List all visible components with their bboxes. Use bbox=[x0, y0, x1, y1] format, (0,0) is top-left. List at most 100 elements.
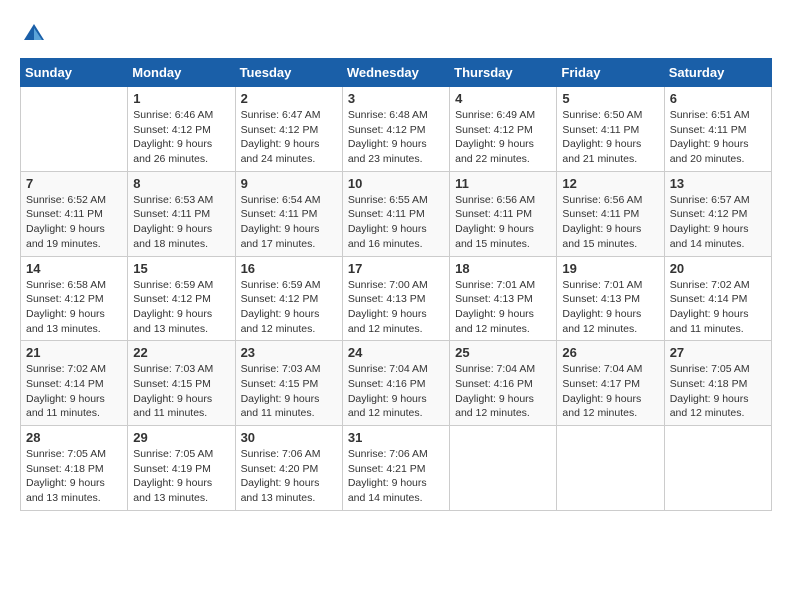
calendar-cell: 22 Sunrise: 7:03 AMSunset: 4:15 PMDayligh… bbox=[128, 341, 235, 426]
day-info: Sunrise: 6:46 AMSunset: 4:12 PMDaylight:… bbox=[133, 108, 229, 167]
calendar-cell bbox=[664, 426, 771, 511]
header-tuesday: Tuesday bbox=[235, 59, 342, 87]
calendar-cell: 3 Sunrise: 6:48 AMSunset: 4:12 PMDaylight… bbox=[342, 87, 449, 172]
day-number: 16 bbox=[241, 261, 337, 276]
day-number: 1 bbox=[133, 91, 229, 106]
header-saturday: Saturday bbox=[664, 59, 771, 87]
calendar-cell: 18 Sunrise: 7:01 AMSunset: 4:13 PMDayligh… bbox=[450, 256, 557, 341]
calendar-cell: 17 Sunrise: 7:00 AMSunset: 4:13 PMDayligh… bbox=[342, 256, 449, 341]
day-info: Sunrise: 6:53 AMSunset: 4:11 PMDaylight:… bbox=[133, 193, 229, 252]
day-number: 22 bbox=[133, 345, 229, 360]
day-info: Sunrise: 7:01 AMSunset: 4:13 PMDaylight:… bbox=[455, 278, 551, 337]
header-thursday: Thursday bbox=[450, 59, 557, 87]
calendar-week-3: 14 Sunrise: 6:58 AMSunset: 4:12 PMDayligh… bbox=[21, 256, 772, 341]
calendar-cell: 31 Sunrise: 7:06 AMSunset: 4:21 PMDayligh… bbox=[342, 426, 449, 511]
calendar-cell: 8Sunrise: 6:53 AMSunset: 4:11 PMDaylight… bbox=[128, 171, 235, 256]
day-number: 25 bbox=[455, 345, 551, 360]
day-number: 20 bbox=[670, 261, 766, 276]
day-number: 11 bbox=[455, 176, 551, 191]
calendar-cell: 5 Sunrise: 6:50 AMSunset: 4:11 PMDaylight… bbox=[557, 87, 664, 172]
page-header bbox=[20, 20, 772, 48]
logo bbox=[20, 20, 52, 48]
day-info: Sunrise: 7:00 AMSunset: 4:13 PMDaylight:… bbox=[348, 278, 444, 337]
day-number: 3 bbox=[348, 91, 444, 106]
day-number: 15 bbox=[133, 261, 229, 276]
calendar-cell: 23Sunrise: 7:03 AMSunset: 4:15 PMDayligh… bbox=[235, 341, 342, 426]
day-number: 30 bbox=[241, 430, 337, 445]
day-info: Sunrise: 7:05 AMSunset: 4:18 PMDaylight:… bbox=[670, 362, 766, 421]
day-info: Sunrise: 6:49 AMSunset: 4:12 PMDaylight:… bbox=[455, 108, 551, 167]
calendar-cell: 15 Sunrise: 6:59 AMSunset: 4:12 PMDayligh… bbox=[128, 256, 235, 341]
calendar-cell: 10 Sunrise: 6:55 AMSunset: 4:11 PMDayligh… bbox=[342, 171, 449, 256]
day-number: 13 bbox=[670, 176, 766, 191]
day-info: Sunrise: 6:54 AMSunset: 4:11 PMDaylight:… bbox=[241, 193, 337, 252]
calendar-cell: 29Sunrise: 7:05 AMSunset: 4:19 PMDayligh… bbox=[128, 426, 235, 511]
calendar-cell: 11Sunrise: 6:56 AMSunset: 4:11 PMDayligh… bbox=[450, 171, 557, 256]
calendar-cell: 30 Sunrise: 7:06 AMSunset: 4:20 PMDayligh… bbox=[235, 426, 342, 511]
calendar-week-2: 7 Sunrise: 6:52 AMSunset: 4:11 PMDaylight… bbox=[21, 171, 772, 256]
day-number: 6 bbox=[670, 91, 766, 106]
day-info: Sunrise: 6:59 AMSunset: 4:12 PMDaylight:… bbox=[241, 278, 337, 337]
day-info: Sunrise: 6:47 AMSunset: 4:12 PMDaylight:… bbox=[241, 108, 337, 167]
day-number: 5 bbox=[562, 91, 658, 106]
day-info: Sunrise: 6:55 AMSunset: 4:11 PMDaylight:… bbox=[348, 193, 444, 252]
day-number: 2 bbox=[241, 91, 337, 106]
calendar-cell: 13 Sunrise: 6:57 AMSunset: 4:12 PMDayligh… bbox=[664, 171, 771, 256]
day-number: 4 bbox=[455, 91, 551, 106]
day-info: Sunrise: 6:56 AMSunset: 4:11 PMDaylight:… bbox=[562, 193, 658, 252]
calendar-cell: 14 Sunrise: 6:58 AMSunset: 4:12 PMDayligh… bbox=[21, 256, 128, 341]
day-info: Sunrise: 6:48 AMSunset: 4:12 PMDaylight:… bbox=[348, 108, 444, 167]
day-info: Sunrise: 7:01 AMSunset: 4:13 PMDaylight:… bbox=[562, 278, 658, 337]
calendar-cell: 2 Sunrise: 6:47 AMSunset: 4:12 PMDaylight… bbox=[235, 87, 342, 172]
day-info: Sunrise: 6:59 AMSunset: 4:12 PMDaylight:… bbox=[133, 278, 229, 337]
calendar-cell: 27 Sunrise: 7:05 AMSunset: 4:18 PMDayligh… bbox=[664, 341, 771, 426]
day-info: Sunrise: 6:51 AMSunset: 4:11 PMDaylight:… bbox=[670, 108, 766, 167]
day-number: 10 bbox=[348, 176, 444, 191]
day-info: Sunrise: 7:02 AMSunset: 4:14 PMDaylight:… bbox=[26, 362, 122, 421]
header-monday: Monday bbox=[128, 59, 235, 87]
day-info: Sunrise: 6:52 AMSunset: 4:11 PMDaylight:… bbox=[26, 193, 122, 252]
day-info: Sunrise: 7:06 AMSunset: 4:21 PMDaylight:… bbox=[348, 447, 444, 506]
day-info: Sunrise: 7:04 AMSunset: 4:16 PMDaylight:… bbox=[455, 362, 551, 421]
day-info: Sunrise: 6:57 AMSunset: 4:12 PMDaylight:… bbox=[670, 193, 766, 252]
calendar-cell: 4 Sunrise: 6:49 AMSunset: 4:12 PMDaylight… bbox=[450, 87, 557, 172]
header-wednesday: Wednesday bbox=[342, 59, 449, 87]
calendar-cell: 12 Sunrise: 6:56 AMSunset: 4:11 PMDayligh… bbox=[557, 171, 664, 256]
day-number: 19 bbox=[562, 261, 658, 276]
day-number: 31 bbox=[348, 430, 444, 445]
day-info: Sunrise: 6:50 AMSunset: 4:11 PMDaylight:… bbox=[562, 108, 658, 167]
calendar-cell bbox=[557, 426, 664, 511]
calendar-cell bbox=[450, 426, 557, 511]
calendar-cell: 19 Sunrise: 7:01 AMSunset: 4:13 PMDayligh… bbox=[557, 256, 664, 341]
day-number: 18 bbox=[455, 261, 551, 276]
day-info: Sunrise: 6:58 AMSunset: 4:12 PMDaylight:… bbox=[26, 278, 122, 337]
day-info: Sunrise: 7:06 AMSunset: 4:20 PMDaylight:… bbox=[241, 447, 337, 506]
calendar-cell: 7 Sunrise: 6:52 AMSunset: 4:11 PMDaylight… bbox=[21, 171, 128, 256]
day-number: 27 bbox=[670, 345, 766, 360]
calendar-cell: 24Sunrise: 7:04 AMSunset: 4:16 PMDayligh… bbox=[342, 341, 449, 426]
day-number: 14 bbox=[26, 261, 122, 276]
day-number: 7 bbox=[26, 176, 122, 191]
calendar-cell: 21Sunrise: 7:02 AMSunset: 4:14 PMDayligh… bbox=[21, 341, 128, 426]
header-friday: Friday bbox=[557, 59, 664, 87]
calendar-cell: 6 Sunrise: 6:51 AMSunset: 4:11 PMDaylight… bbox=[664, 87, 771, 172]
calendar-cell: 16 Sunrise: 6:59 AMSunset: 4:12 PMDayligh… bbox=[235, 256, 342, 341]
day-info: Sunrise: 7:03 AMSunset: 4:15 PMDaylight:… bbox=[133, 362, 229, 421]
day-number: 12 bbox=[562, 176, 658, 191]
day-info: Sunrise: 7:02 AMSunset: 4:14 PMDaylight:… bbox=[670, 278, 766, 337]
day-number: 26 bbox=[562, 345, 658, 360]
calendar-week-5: 28 Sunrise: 7:05 AMSunset: 4:18 PMDayligh… bbox=[21, 426, 772, 511]
day-number: 17 bbox=[348, 261, 444, 276]
calendar-cell: 25 Sunrise: 7:04 AMSunset: 4:16 PMDayligh… bbox=[450, 341, 557, 426]
calendar-table: SundayMondayTuesdayWednesdayThursdayFrid… bbox=[20, 58, 772, 511]
day-number: 23 bbox=[241, 345, 337, 360]
day-info: Sunrise: 7:05 AMSunset: 4:18 PMDaylight:… bbox=[26, 447, 122, 506]
day-number: 28 bbox=[26, 430, 122, 445]
day-info: Sunrise: 7:04 AMSunset: 4:16 PMDaylight:… bbox=[348, 362, 444, 421]
calendar-week-1: 1 Sunrise: 6:46 AMSunset: 4:12 PMDaylight… bbox=[21, 87, 772, 172]
day-info: Sunrise: 7:05 AMSunset: 4:19 PMDaylight:… bbox=[133, 447, 229, 506]
day-number: 9 bbox=[241, 176, 337, 191]
calendar-cell: 9 Sunrise: 6:54 AMSunset: 4:11 PMDaylight… bbox=[235, 171, 342, 256]
header-sunday: Sunday bbox=[21, 59, 128, 87]
calendar-cell: 28 Sunrise: 7:05 AMSunset: 4:18 PMDayligh… bbox=[21, 426, 128, 511]
